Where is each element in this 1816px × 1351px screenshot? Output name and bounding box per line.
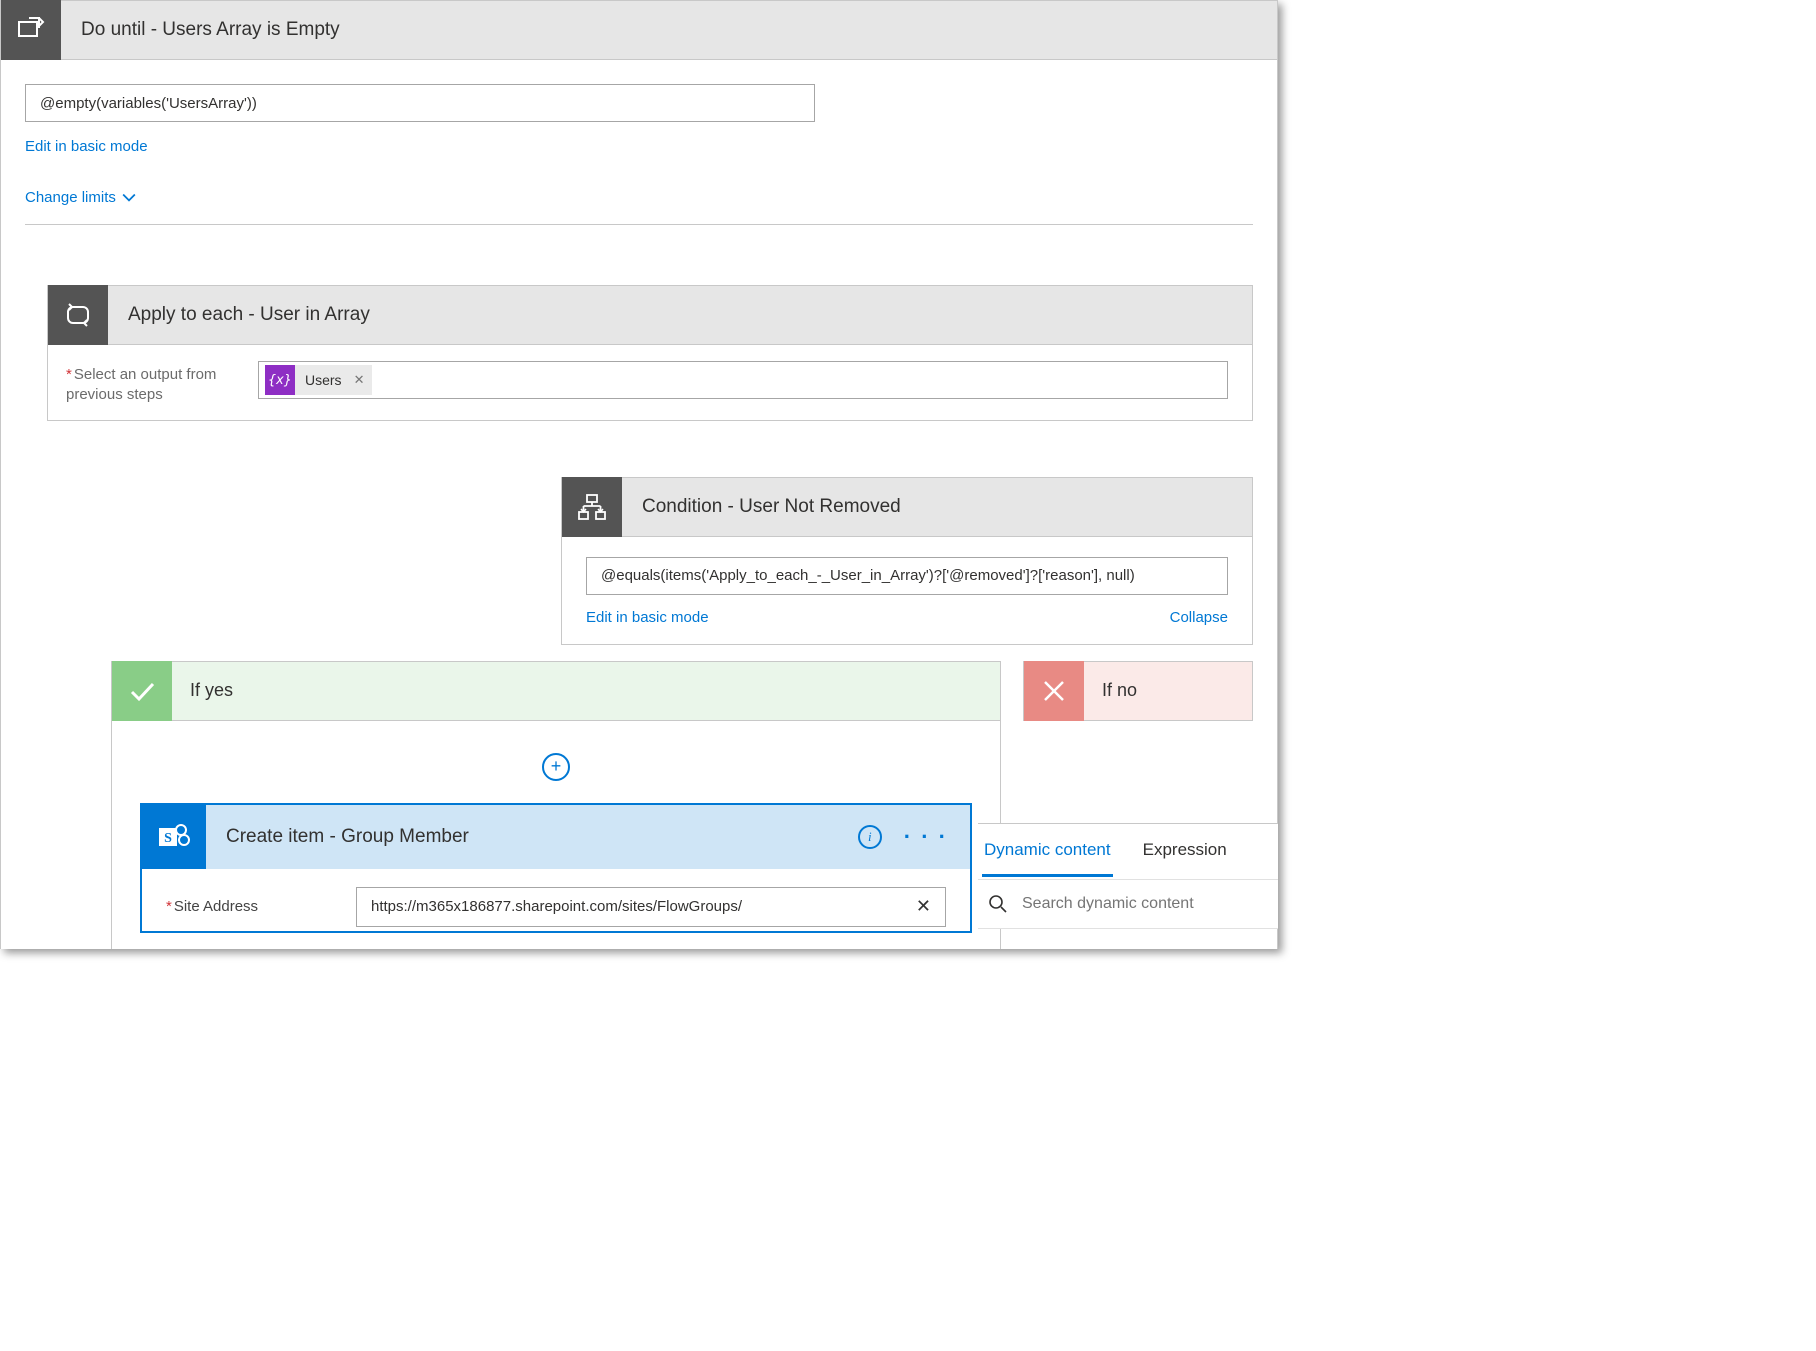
more-menu-icon[interactable]: · · · — [904, 824, 948, 850]
condition-expression-input[interactable] — [586, 557, 1228, 595]
edit-basic-mode-link[interactable]: Edit in basic mode — [25, 138, 148, 155]
condition-body: Edit in basic mode Collapse — [561, 537, 1253, 645]
create-item-body: *Site Address https://m365x186877.sharep… — [142, 869, 970, 931]
apply-to-each-body: *Select an output from previous steps {x… — [47, 345, 1253, 421]
sharepoint-icon: S — [142, 805, 206, 869]
add-action-button[interactable]: + — [542, 753, 570, 781]
site-address-value: https://m365x186877.sharepoint.com/sites… — [371, 898, 742, 915]
site-address-label: *Site Address — [166, 898, 356, 915]
condition-collapse-link[interactable]: Collapse — [1170, 609, 1228, 626]
if-yes-label: If yes — [172, 680, 233, 701]
x-icon — [1024, 661, 1084, 721]
expression-badge-icon: {x} — [265, 365, 295, 395]
users-token[interactable]: {x} Users ✕ — [265, 365, 372, 395]
token-label: Users — [295, 372, 352, 388]
apply-to-each-title: Apply to each - User in Array — [108, 304, 370, 326]
info-icon[interactable]: i — [858, 825, 882, 849]
loop-icon — [48, 285, 108, 345]
if-no-label: If no — [1084, 680, 1137, 701]
create-item-action: S Create item - Group Member i · · · — [140, 803, 972, 933]
select-output-label: *Select an output from previous steps — [66, 361, 258, 406]
do-until-icon — [1, 0, 61, 60]
clear-icon[interactable]: ✕ — [912, 896, 935, 917]
do-until-body: Edit in basic mode Change limits Apply t… — [0, 60, 1278, 949]
token-remove-icon[interactable]: ✕ — [352, 372, 373, 388]
do-until-expression-input[interactable] — [25, 84, 815, 122]
create-item-header[interactable]: S Create item - Group Member i · · · — [142, 805, 970, 869]
dynamic-content-panel: Dynamic content Expression — [978, 823, 1278, 929]
apply-to-each-header[interactable]: Apply to each - User in Array — [47, 285, 1253, 345]
if-yes-header[interactable]: If yes — [111, 661, 1001, 721]
tab-expression[interactable]: Expression — [1141, 826, 1229, 877]
condition-edit-basic-link[interactable]: Edit in basic mode — [586, 609, 709, 626]
if-yes-body: + S — [111, 721, 1001, 950]
tab-dynamic-content[interactable]: Dynamic content — [982, 826, 1113, 877]
search-icon — [988, 894, 1008, 914]
svg-text:S: S — [164, 831, 172, 846]
dynamic-search-row — [978, 880, 1278, 929]
condition-header[interactable]: Condition - User Not Removed — [561, 477, 1253, 537]
do-until-header[interactable]: Do until - Users Array is Empty — [0, 0, 1278, 60]
dynamic-search-input[interactable] — [1022, 895, 1268, 913]
site-address-input[interactable]: https://m365x186877.sharepoint.com/sites… — [356, 887, 946, 927]
do-until-title: Do until - Users Array is Empty — [61, 19, 340, 41]
check-icon — [112, 661, 172, 721]
select-output-input[interactable]: {x} Users ✕ — [258, 361, 1228, 399]
if-no-header[interactable]: If no — [1023, 661, 1253, 721]
change-limits-label: Change limits — [25, 189, 116, 206]
condition-icon — [562, 477, 622, 537]
chevron-down-icon — [122, 191, 136, 205]
change-limits-link[interactable]: Change limits — [25, 189, 136, 206]
condition-title: Condition - User Not Removed — [622, 496, 901, 518]
create-item-title: Create item - Group Member — [206, 826, 858, 848]
